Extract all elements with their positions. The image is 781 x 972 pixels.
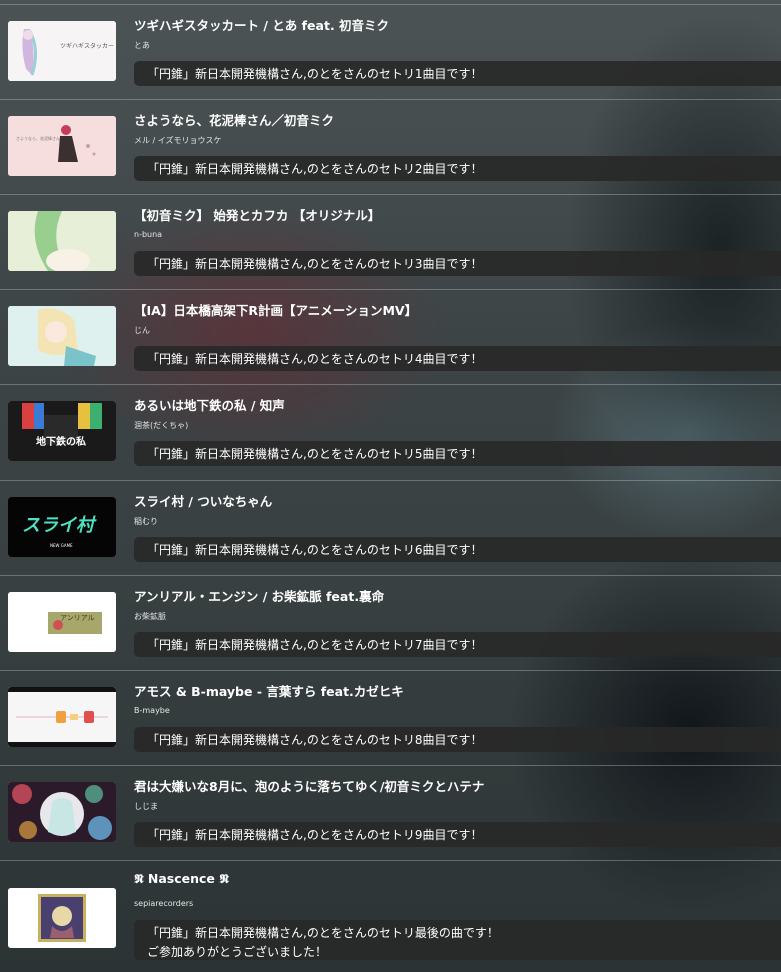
video-thumbnail[interactable]: 地下鉄の私 xyxy=(8,401,116,461)
video-thumbnail[interactable] xyxy=(8,782,116,842)
playlist-item[interactable]: 【IA】日本橋高架下R計画【アニメーションMV】 じん 「円錐」新日本開発機構さ… xyxy=(0,289,781,384)
video-thumbnail[interactable] xyxy=(8,687,116,747)
playlist-item[interactable]: さようなら、花泥棒さん さようなら、花泥棒さん／初音ミク メル / イズモリョウ… xyxy=(0,99,781,194)
setlist-comment: 「円錐」新日本開発機構さん,のとをさんのセトリ最後の曲です！ ご参加ありがとうご… xyxy=(134,920,781,960)
song-title[interactable]: あるいは地下鉄の私 / 知声 xyxy=(134,395,285,414)
playlist-item[interactable]: ツギハギスタッカート ツギハギスタッカート / とあ feat. 初音ミク とあ… xyxy=(0,4,781,99)
song-title[interactable]: さようなら、花泥棒さん／初音ミク xyxy=(134,110,334,129)
setlist-comment: 「円錐」新日本開発機構さん,のとをさんのセトリ1曲目です！ xyxy=(134,61,781,86)
playlist-item[interactable]: 地下鉄の私 あるいは地下鉄の私 / 知声 涸茶(だくちゃ) 「円錐」新日本開発機… xyxy=(0,384,781,479)
setlist-comment: 「円錐」新日本開発機構さん,のとをさんのセトリ5曲目です！ xyxy=(134,441,781,466)
setlist-comment: 「円錐」新日本開発機構さん,のとをさんのセトリ2曲目です！ xyxy=(134,156,781,181)
video-thumbnail[interactable]: さようなら、花泥棒さん xyxy=(8,116,116,176)
song-title[interactable]: ツギハギスタッカート / とあ feat. 初音ミク xyxy=(134,15,389,34)
thumbnail-caption: ツギハギスタッカート xyxy=(60,42,116,50)
artist-name: じん xyxy=(134,326,150,335)
playlist-item[interactable]: アンリアル アンリアル・エンジン / お柴鉱脈 feat.裏命 お柴鉱脈 「円錐… xyxy=(0,575,781,670)
artist-name: しじま xyxy=(134,802,158,811)
video-thumbnail[interactable] xyxy=(8,211,116,271)
song-title[interactable]: 【IA】日本橋高架下R計画【アニメーションMV】 xyxy=(134,300,417,319)
setlist-comment: 「円錐」新日本開発機構さん,のとをさんのセトリ6曲目です！ xyxy=(134,537,781,562)
artist-name: お柴鉱脈 xyxy=(134,612,166,621)
setlist-comment: 「円錐」新日本開発機構さん,のとをさんのセトリ9曲目です！ xyxy=(134,822,781,847)
playlist-item[interactable]: 君は大嫌いな8月に、泡のように落ちてゆく/初音ミクとハテナ しじま 「円錐」新日… xyxy=(0,765,781,860)
video-thumbnail[interactable]: アンリアル xyxy=(8,592,116,652)
artist-name: sepiarecorders xyxy=(134,899,194,908)
video-thumbnail[interactable] xyxy=(8,306,116,366)
setlist-comment: 「円錐」新日本開発機構さん,のとをさんのセトリ4曲目です！ xyxy=(134,346,781,371)
thumbnail-caption: 地下鉄の私 xyxy=(36,435,86,448)
setlist-comment: 「円錐」新日本開発機構さん,のとをさんのセトリ3曲目です！ xyxy=(134,251,781,276)
playlist-item[interactable]: 𝕹 Nascence 𝕹 sepiarecorders 「円錐」新日本開発機構さ… xyxy=(0,860,781,972)
song-title[interactable]: アンリアル・エンジン / お柴鉱脈 feat.裏命 xyxy=(134,586,384,605)
song-title[interactable]: アモス & B-maybe - 言葉すら feat.カゼヒキ xyxy=(134,681,404,700)
artist-name: 涸茶(だくちゃ) xyxy=(134,421,189,430)
playlist-item[interactable]: アモス & B-maybe - 言葉すら feat.カゼヒキ B-maybe 「… xyxy=(0,670,781,765)
thumbnail-caption: アンリアル xyxy=(60,614,95,622)
thumbnail-caption: スライ村 xyxy=(22,515,97,536)
playlist-item[interactable]: スライ村 NEW GAME スライ村 / ついなちゃん 稲むり 「円錐」新日本開… xyxy=(0,480,781,575)
setlist-comment: 「円錐」新日本開発機構さん,のとをさんのセトリ7曲目です！ xyxy=(134,632,781,657)
song-title[interactable]: スライ村 / ついなちゃん xyxy=(134,491,272,510)
artist-name: B-maybe xyxy=(134,706,170,715)
video-thumbnail[interactable]: ツギハギスタッカート xyxy=(8,21,116,81)
thumbnail-subcaption: NEW GAME xyxy=(50,543,73,548)
artist-name: 稲むり xyxy=(134,517,158,526)
artist-name: メル / イズモリョウスケ xyxy=(134,136,222,145)
artist-name: とあ xyxy=(134,41,150,50)
song-title[interactable]: 君は大嫌いな8月に、泡のように落ちてゆく/初音ミクとハテナ xyxy=(134,776,484,795)
setlist-comment-line1: 「円錐」新日本開発機構さん,のとをさんのセトリ最後の曲です！ xyxy=(147,926,499,940)
setlist-comment-line2: ご参加ありがとうございました！ xyxy=(147,945,328,959)
video-thumbnail[interactable]: スライ村 NEW GAME xyxy=(8,497,116,557)
playlist-item[interactable]: 【初音ミク】 始発とカフカ 【オリジナル】 n-buna 「円錐」新日本開発機構… xyxy=(0,194,781,289)
setlist-comment: 「円錐」新日本開発機構さん,のとをさんのセトリ8曲目です！ xyxy=(134,727,781,752)
thumbnail-caption: さようなら、花泥棒さん xyxy=(16,135,60,141)
video-thumbnail[interactable] xyxy=(8,888,116,948)
artist-name: n-buna xyxy=(134,230,163,239)
song-title[interactable]: 【初音ミク】 始発とカフカ 【オリジナル】 xyxy=(134,205,380,224)
song-title[interactable]: 𝕹 Nascence 𝕹 xyxy=(134,871,229,887)
